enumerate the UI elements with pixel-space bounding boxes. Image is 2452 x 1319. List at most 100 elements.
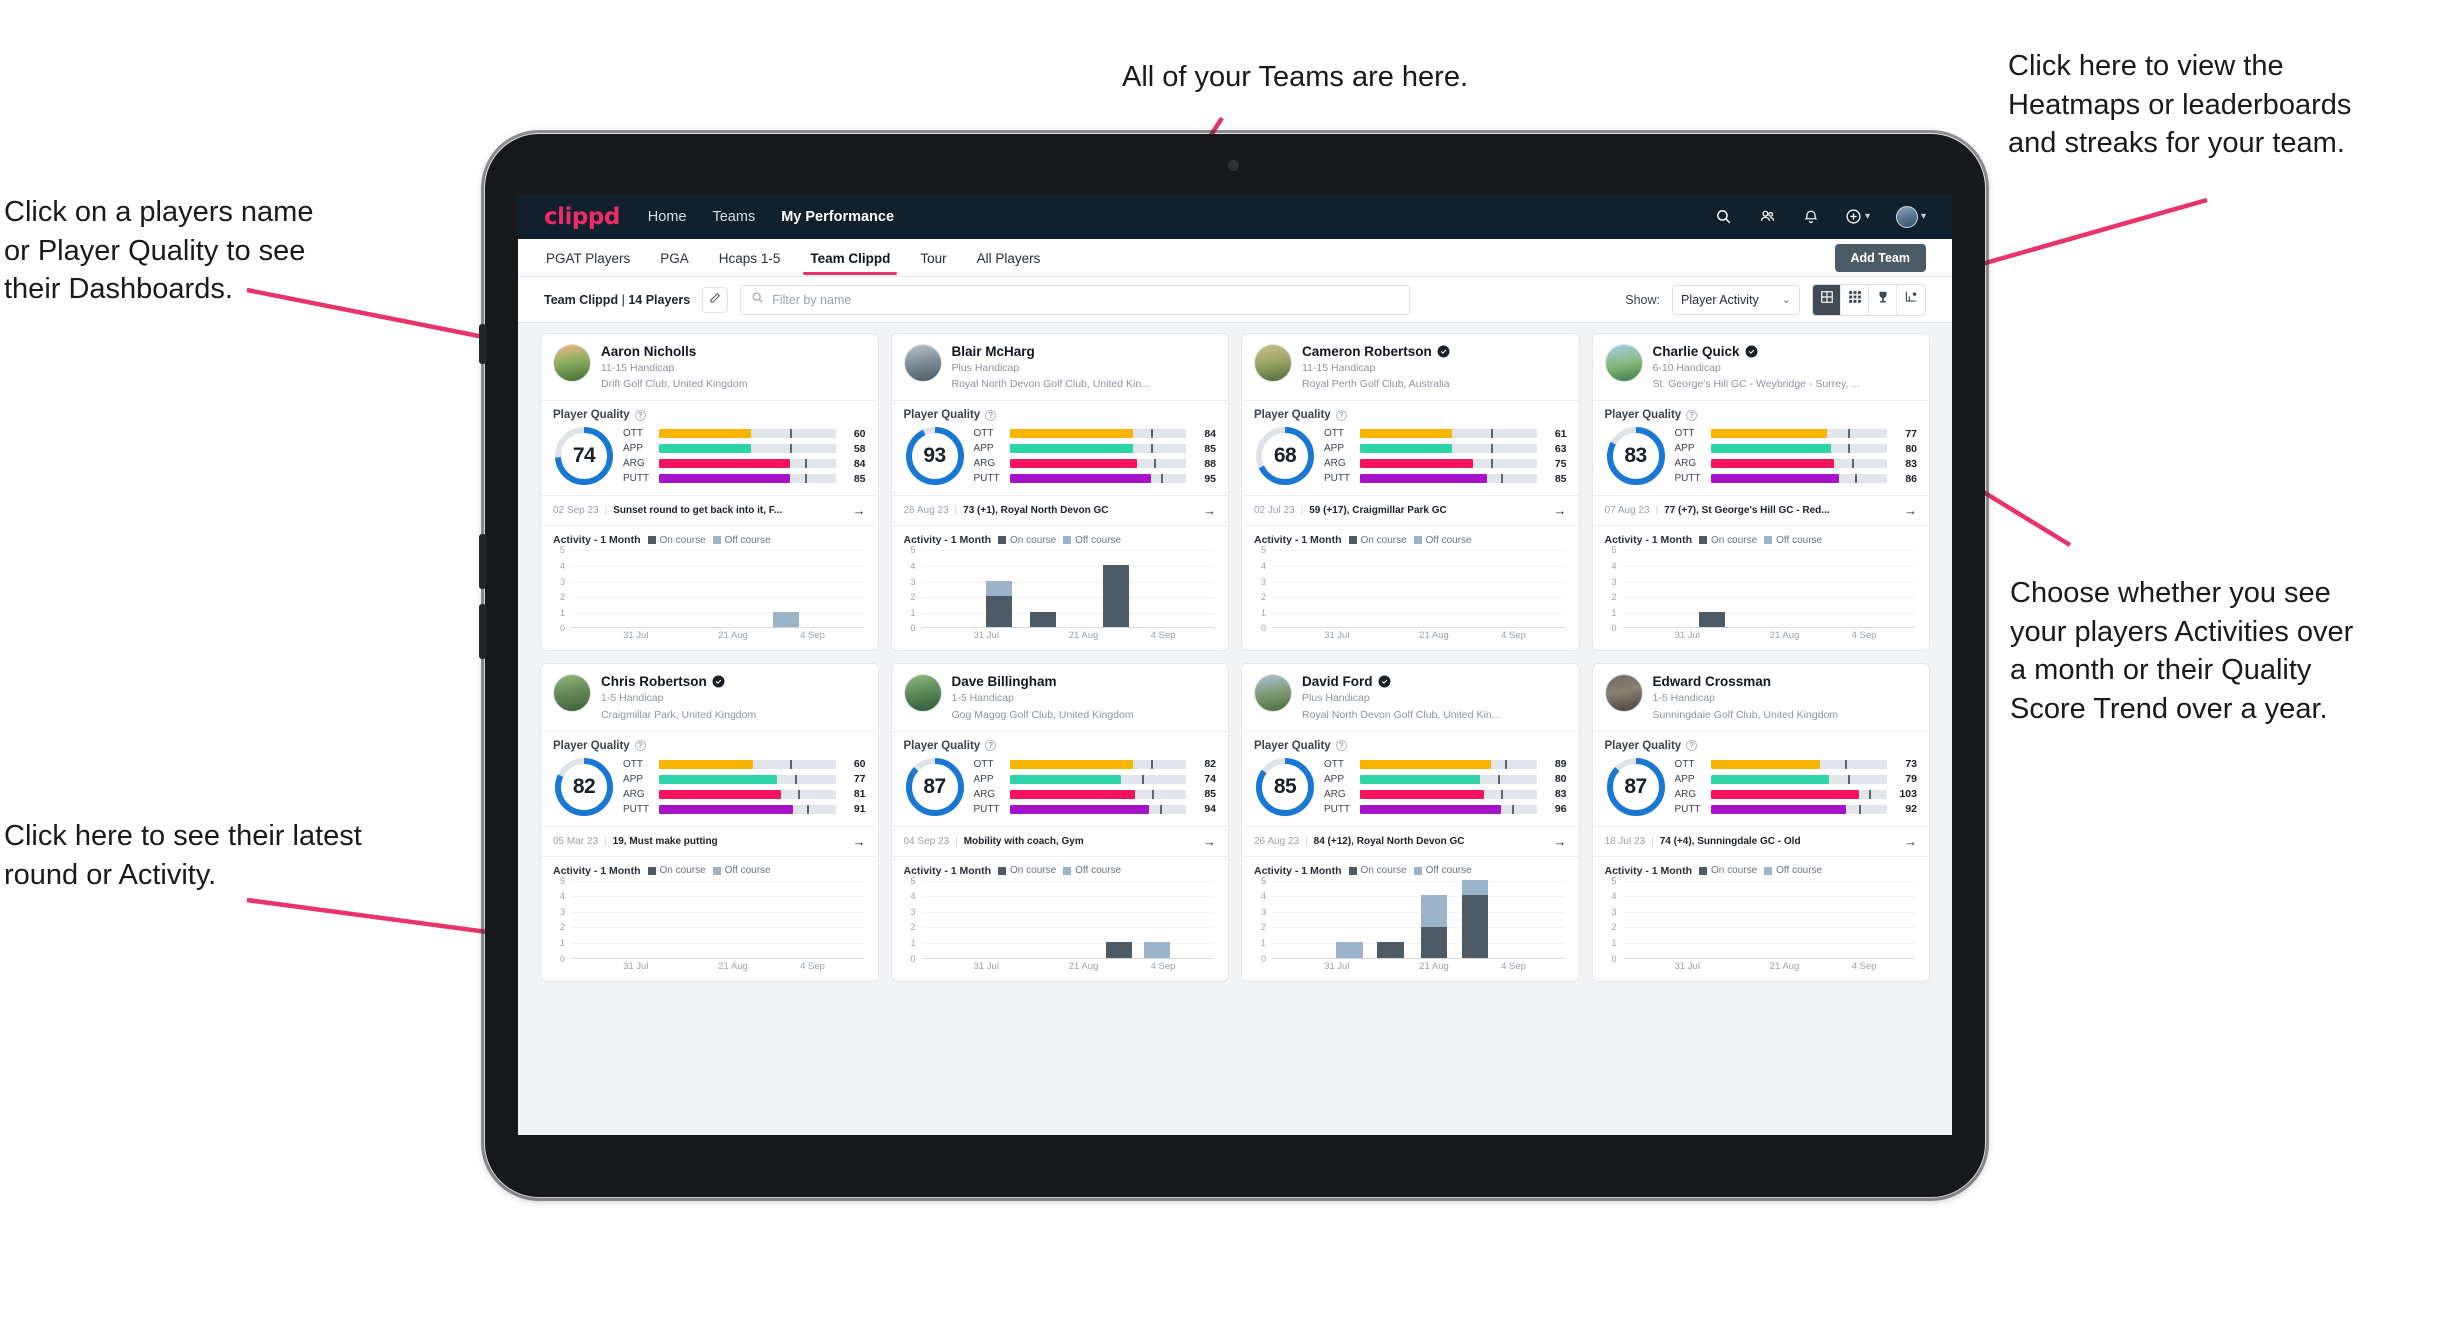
- player-card[interactable]: Edward Crossman 1-5 Handicap Sunningdale G…: [1591, 663, 1930, 982]
- edit-team-button[interactable]: [702, 286, 729, 313]
- player-card-header[interactable]: David Ford Plus Handicap Royal North Devon…: [1242, 664, 1579, 730]
- quality-score-ring[interactable]: 87: [904, 756, 966, 818]
- x-tick-label: 21 Aug: [1068, 960, 1099, 972]
- quality-score-ring[interactable]: 93: [904, 425, 966, 487]
- round-arrow-icon[interactable]: →: [1197, 503, 1216, 518]
- y-tick-label: 0: [1611, 953, 1617, 964]
- add-team-button[interactable]: Add Team: [1834, 243, 1926, 272]
- clippd-logo[interactable]: clippd: [544, 204, 620, 230]
- player-name-row[interactable]: Charlie Quick: [1653, 344, 1918, 359]
- player-name-row[interactable]: Edward Crossman: [1653, 674, 1918, 689]
- help-icon[interactable]: ?: [634, 740, 646, 752]
- help-icon[interactable]: ?: [985, 740, 997, 752]
- player-card[interactable]: Aaron Nicholls 11-15 Handicap Drift Golf C…: [540, 333, 879, 652]
- avatar[interactable]: ▾: [1895, 205, 1926, 228]
- player-card-header[interactable]: Dave Billingham 1-5 Handicap Gog Magog Gol…: [892, 664, 1229, 730]
- quality-score-ring[interactable]: 74: [553, 425, 615, 487]
- x-tick-label: 4 Sep: [1501, 960, 1526, 972]
- metric-benchmark-tick: [1501, 474, 1504, 484]
- metric-row: APP 77: [623, 773, 866, 785]
- round-arrow-icon[interactable]: →: [1548, 503, 1567, 518]
- latest-round-row[interactable]: 07 Aug 23 | 77 (+7), St George's Hill GC -…: [1592, 495, 1929, 527]
- tab-hcaps-1-5[interactable]: Hcaps 1-5: [717, 242, 783, 274]
- player-card[interactable]: Dave Billingham 1-5 Handicap Gog Magog Gol…: [890, 663, 1229, 982]
- player-name-row[interactable]: Dave Billingham: [952, 674, 1217, 689]
- x-tick-label: 4 Sep: [1851, 960, 1877, 972]
- view-heatmap-button[interactable]: [1897, 284, 1925, 315]
- add-circle-icon[interactable]: ▾: [1845, 208, 1870, 225]
- player-quality-body[interactable]: 87 OTT 73 APP 79 ARG 103 PUTT 92: [1593, 754, 1930, 826]
- people-icon[interactable]: [1758, 208, 1777, 225]
- player-name-row[interactable]: Blair McHarg: [952, 344, 1217, 359]
- player-quality-body[interactable]: 93 OTT 84 APP 85 ARG 88 PUTT 95: [892, 423, 1229, 495]
- nav-link-my-performance[interactable]: My Performance: [781, 209, 894, 225]
- player-name-row[interactable]: Chris Robertson: [601, 674, 866, 689]
- nav-link-home[interactable]: Home: [648, 209, 687, 225]
- latest-round-row[interactable]: 02 Sep 23 | Sunset round to get back into …: [541, 495, 878, 527]
- latest-round-row[interactable]: 02 Jul 23 | 59 (+17), Craigmillar Park GC →: [1242, 495, 1579, 527]
- player-name-row[interactable]: David Ford: [1302, 674, 1567, 689]
- player-card[interactable]: Blair McHarg Plus Handicap Royal North Dev…: [890, 333, 1229, 652]
- search-input[interactable]: Filter by name: [740, 284, 1411, 315]
- player-quality-body[interactable]: 82 OTT 60 APP 77 ARG 81 PUTT 91: [541, 754, 878, 826]
- player-name-row[interactable]: Cameron Robertson: [1302, 344, 1567, 359]
- latest-round-row[interactable]: 26 Aug 23 | 73 (+1), Royal North Devon GC →: [891, 495, 1228, 527]
- round-arrow-icon[interactable]: →: [1898, 834, 1917, 849]
- y-tick-label: 1: [1611, 607, 1617, 618]
- tab-team-clippd[interactable]: Team Clippd: [803, 242, 898, 275]
- help-icon[interactable]: ?: [1335, 740, 1347, 752]
- quality-score-ring[interactable]: 85: [1254, 756, 1316, 818]
- round-arrow-icon[interactable]: →: [847, 503, 866, 518]
- round-arrow-icon[interactable]: →: [1197, 834, 1216, 849]
- help-icon[interactable]: ?: [985, 409, 997, 421]
- player-quality-body[interactable]: 68 OTT 61 APP 63 ARG 75 PUTT 85: [1242, 423, 1579, 495]
- show-select[interactable]: Player Activity ⌄: [1672, 284, 1800, 315]
- tab-tour[interactable]: Tour: [918, 242, 948, 274]
- player-name-row[interactable]: Aaron Nicholls: [601, 344, 866, 359]
- help-icon[interactable]: ?: [1686, 409, 1698, 421]
- player-quality-body[interactable]: 85 OTT 89 APP 80 ARG 83 PUTT 96: [1242, 754, 1579, 826]
- metric-bar-fill: [659, 444, 751, 454]
- player-card[interactable]: Cameron Robertson 11-15 Handicap Royal Per…: [1241, 333, 1580, 652]
- round-arrow-icon[interactable]: →: [1898, 503, 1917, 518]
- nav-link-teams[interactable]: Teams: [712, 209, 755, 225]
- bell-icon[interactable]: [1803, 208, 1819, 225]
- round-arrow-icon[interactable]: →: [1548, 834, 1567, 849]
- latest-round-row[interactable]: 26 Aug 23 | 84 (+12), Royal North Devon GC…: [1242, 825, 1579, 857]
- round-description: 84 (+12), Royal North Devon GC: [1313, 835, 1465, 847]
- latest-round-row[interactable]: 04 Sep 23 | Mobility with coach, Gym →: [891, 825, 1228, 857]
- tab-pga[interactable]: PGA: [658, 242, 691, 274]
- help-icon[interactable]: ?: [634, 409, 646, 421]
- quality-score-ring[interactable]: 87: [1605, 756, 1667, 818]
- player-card[interactable]: Chris Robertson 1-5 Handicap Craigmillar P…: [540, 663, 879, 982]
- player-card-header[interactable]: Chris Robertson 1-5 Handicap Craigmillar P…: [541, 664, 878, 730]
- player-card-header[interactable]: Blair McHarg Plus Handicap Royal North Dev…: [892, 334, 1229, 400]
- y-tick-label: 0: [910, 953, 916, 964]
- quality-score-ring[interactable]: 83: [1605, 425, 1667, 487]
- tab-all-players[interactable]: All Players: [975, 242, 1043, 274]
- chart-bars-area: [1272, 879, 1565, 959]
- view-grid-large-button[interactable]: [1813, 284, 1841, 315]
- player-quality-body[interactable]: 83 OTT 77 APP 80 ARG 83 PUTT 86: [1593, 423, 1930, 495]
- help-icon[interactable]: ?: [1686, 740, 1698, 752]
- player-card-header[interactable]: Aaron Nicholls 11-15 Handicap Drift Golf C…: [541, 334, 878, 400]
- player-card[interactable]: Charlie Quick 6-10 Handicap St. George's H…: [1591, 333, 1930, 652]
- quality-score-ring[interactable]: 82: [553, 756, 615, 818]
- y-tick-label: 3: [559, 906, 565, 917]
- latest-round-row[interactable]: 18 Jul 23 | 74 (+4), Sunningdale GC - Old →: [1592, 825, 1929, 857]
- player-quality-body[interactable]: 74 OTT 60 APP 58 ARG 84 PUTT 85: [541, 423, 878, 495]
- view-grid-small-button[interactable]: [1841, 284, 1869, 315]
- quality-score-ring[interactable]: 68: [1254, 425, 1316, 487]
- round-arrow-icon[interactable]: →: [847, 834, 866, 849]
- player-quality-body[interactable]: 87 OTT 82 APP 74 ARG 85 PUTT 94: [892, 754, 1229, 826]
- player-card-header[interactable]: Edward Crossman 1-5 Handicap Sunningdale G…: [1593, 664, 1930, 730]
- search-icon[interactable]: [1715, 208, 1732, 225]
- player-card[interactable]: David Ford Plus Handicap Royal North Devon…: [1241, 663, 1580, 982]
- latest-round-row[interactable]: 05 Mar 23 | 19, Must make putting →: [541, 825, 878, 857]
- help-icon[interactable]: ?: [1335, 409, 1347, 421]
- metric-bar-fill: [1710, 804, 1847, 814]
- player-card-header[interactable]: Charlie Quick 6-10 Handicap St. George's H…: [1593, 334, 1930, 400]
- view-leaderboard-button[interactable]: [1869, 284, 1897, 315]
- player-card-header[interactable]: Cameron Robertson 11-15 Handicap Royal Per…: [1242, 334, 1579, 400]
- tab-pgat-players[interactable]: PGAT Players: [544, 242, 632, 274]
